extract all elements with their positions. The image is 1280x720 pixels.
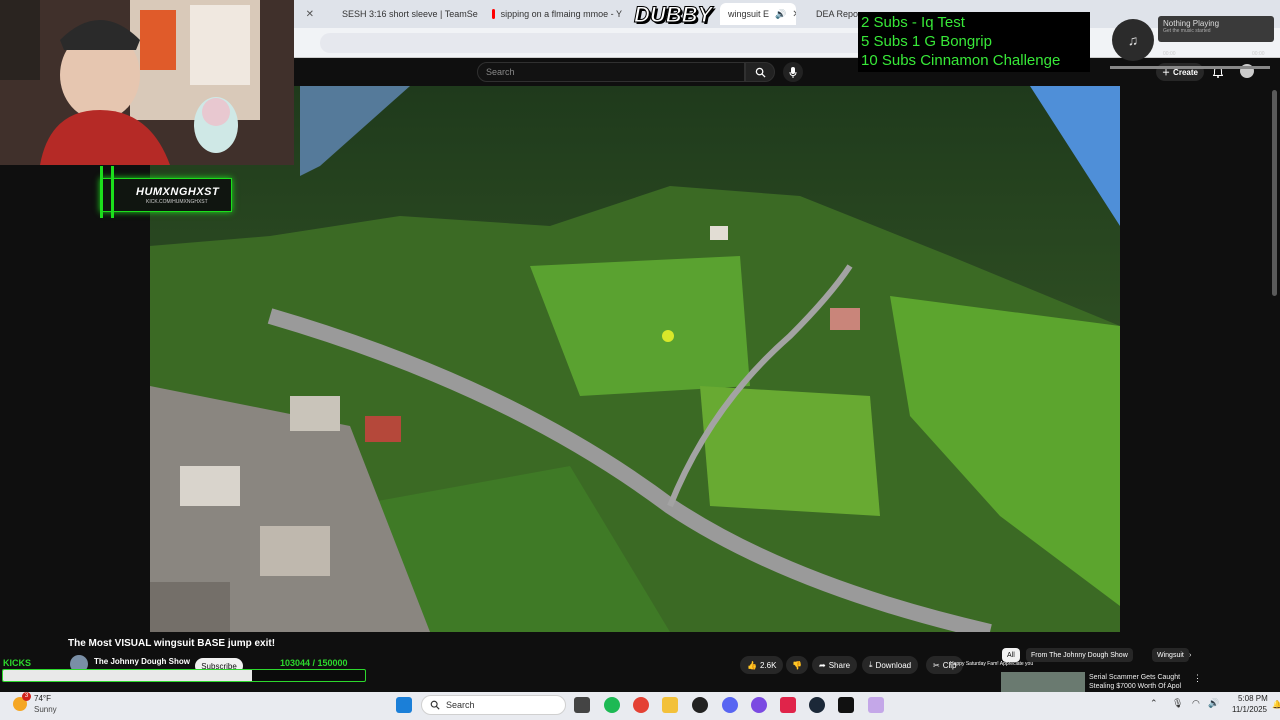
task-view-icon[interactable]	[574, 697, 590, 713]
taskbar-search-label: Search	[446, 700, 475, 710]
download-button[interactable]: ⤓ Download	[862, 656, 919, 674]
video-frame	[150, 86, 1120, 632]
search-button[interactable]	[745, 62, 775, 82]
video-title: The Most VISUAL wingsuit BASE jump exit!	[68, 638, 276, 649]
weather-temperature[interactable]: 74°F	[34, 694, 51, 703]
spotify-icon[interactable]	[604, 697, 620, 713]
weather-condition[interactable]: Sunny	[34, 705, 57, 714]
music-total-time: 00:00	[1252, 51, 1265, 57]
close-icon[interactable]: ✕	[306, 9, 314, 20]
thumbs-up-icon: 👍	[747, 660, 757, 670]
file-explorer-icon[interactable]	[662, 697, 678, 713]
stream-title-overlay: DUBBY	[633, 2, 713, 28]
webcam-feed	[0, 0, 294, 165]
tab-label: SESH 3:16 short sleeve | TeamSe	[342, 9, 478, 19]
microphone-icon	[789, 66, 797, 78]
app-icon[interactable]	[868, 697, 884, 713]
related-filter-chips: All From The Johnny Dough Show Wingsuit …	[1000, 648, 1280, 664]
windows-start-icon[interactable]	[396, 697, 412, 713]
clock-time[interactable]: 5:08 PM	[1238, 694, 1268, 703]
notification-bell-icon[interactable]: 🔔	[1272, 700, 1280, 709]
browser-tab[interactable]: DEA Repo	[802, 3, 862, 25]
chevron-right-icon[interactable]: ›	[1184, 648, 1196, 662]
chip-channel[interactable]: From The Johnny Dough Show	[1026, 648, 1133, 662]
music-note-icon: ♫	[1127, 32, 1139, 48]
app-icon[interactable]	[780, 697, 796, 713]
scrollbar-thumb[interactable]	[1272, 90, 1277, 296]
tab-close-previous[interactable]: ✕	[296, 3, 322, 25]
search-icon	[430, 700, 440, 710]
share-icon: ➦	[819, 660, 826, 670]
music-widget-button[interactable]: ♫	[1112, 19, 1154, 61]
wifi-icon[interactable]: ◠	[1192, 698, 1200, 709]
kicks-goal-bar	[2, 669, 366, 682]
scissors-icon: ✂	[933, 660, 940, 670]
streamer-url: KICK.COM/HUMXNGHXST	[146, 199, 208, 205]
volume-icon[interactable]: 🔊	[1208, 698, 1219, 709]
music-elapsed-time: 00:00	[1163, 51, 1176, 57]
chrome-icon[interactable]	[633, 697, 649, 713]
search-icon	[755, 67, 766, 78]
music-widget-panel: Nothing Playing Get the music started	[1158, 16, 1274, 42]
webcam-image	[0, 0, 294, 165]
kicks-goal-bar-fill	[3, 670, 252, 681]
speaker-icon[interactable]: 🔊	[775, 9, 786, 20]
thumbs-down-icon: 👎	[792, 660, 802, 670]
search-input[interactable]: Search	[477, 62, 745, 82]
dislike-button[interactable]: 👎	[786, 656, 808, 674]
sub-goals-panel: 2 Subs - Iq Test 5 Subs 1 G Bongrip 10 S…	[858, 12, 1090, 72]
tab-label: wingsuit E	[728, 9, 770, 19]
kick-logo-icon	[100, 166, 114, 218]
sub-goal: 10 Subs Cinnamon Challenge	[861, 52, 1061, 69]
discord-icon[interactable]	[722, 697, 738, 713]
recommended-video-title[interactable]: Serial Scammer Gets Caught Stealing $700…	[1089, 673, 1189, 691]
app-icon[interactable]	[692, 697, 708, 713]
recommended-video-thumbnail[interactable]	[1001, 672, 1085, 692]
taskbar-search[interactable]: Search	[421, 695, 566, 715]
like-count: 2.6K	[759, 660, 777, 670]
weather-badge: 3	[22, 692, 31, 701]
now-playing-title: Nothing Playing	[1163, 19, 1220, 28]
like-button[interactable]: 👍 2.6K	[740, 656, 784, 674]
tab-label: DEA Repo	[816, 9, 859, 19]
browser-tab[interactable]: sipping on a flmaing mmoe - Y	[484, 3, 630, 25]
sub-goal: 2 Subs - Iq Test	[861, 14, 965, 31]
address-bar[interactable]	[320, 33, 880, 53]
download-icon: ⤓	[869, 660, 873, 669]
more-options-icon[interactable]: ⋮	[1193, 673, 1202, 684]
steam-icon[interactable]	[809, 697, 825, 713]
microphone-icon[interactable]: 🎙	[1172, 698, 1183, 709]
youtube-favicon-icon	[492, 9, 495, 19]
terminal-icon[interactable]	[838, 697, 854, 713]
video-player[interactable]	[150, 86, 1120, 632]
now-playing-subtitle: Get the music started	[1163, 28, 1211, 34]
browser-tab[interactable]: SESH 3:16 short sleeve | TeamSe ✕	[328, 3, 478, 25]
close-icon[interactable]: ✕	[792, 9, 796, 20]
sub-goal: 5 Subs 1 G Bongrip	[861, 33, 992, 50]
share-label: Share	[828, 660, 851, 670]
kicks-goal-label: KICKS	[3, 658, 32, 668]
download-label: Download	[875, 660, 912, 670]
chevron-up-icon[interactable]: ⌃	[1150, 698, 1158, 709]
obs-icon[interactable]	[751, 697, 767, 713]
share-button[interactable]: ➦ Share	[812, 656, 858, 674]
music-progress-track[interactable]	[1110, 66, 1270, 69]
channel-name[interactable]: The Johnny Dough Show	[94, 657, 190, 666]
browser-tab-active[interactable]: wingsuit E 🔊 ✕	[720, 3, 796, 25]
streamer-name: HUMXNGHXST	[136, 186, 220, 198]
voice-search-button[interactable]	[783, 62, 803, 82]
tab-label: sipping on a flmaing mmoe - Y	[500, 9, 622, 19]
chip-all[interactable]: All	[1002, 648, 1020, 662]
clock-date[interactable]: 11/1/2025	[1232, 705, 1267, 714]
kicks-goal-progress: 103044 / 150000	[280, 658, 348, 668]
